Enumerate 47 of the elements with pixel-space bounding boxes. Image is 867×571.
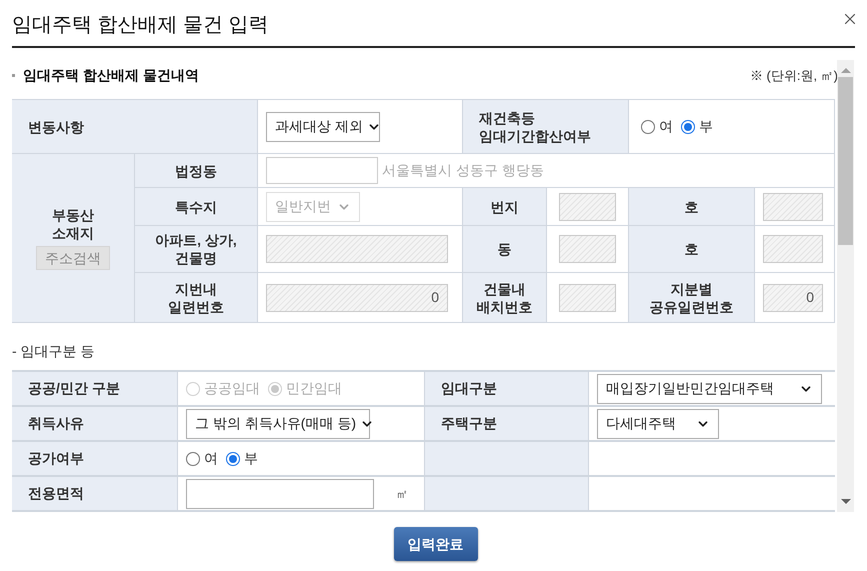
radio-option[interactable]: 부 <box>681 116 713 137</box>
field-label: 호 <box>629 226 755 273</box>
dialog-title: 임대주택 합산배제 물건 입력 <box>12 13 269 38</box>
dropdown-select[interactable]: 다세대주택 <box>597 408 719 438</box>
field-label: 전용면적 <box>12 477 178 512</box>
readonly-field <box>763 192 823 220</box>
field-label: 공가여부 <box>12 442 178 477</box>
submit-button[interactable]: 입력완료 <box>394 527 478 561</box>
dropdown-select[interactable]: 매입장기일반민간임대주택 <box>597 374 822 404</box>
field-label: 특수지 <box>135 188 258 226</box>
scroll-down-icon[interactable] <box>840 499 850 504</box>
field-label: 주택구분 <box>424 407 589 442</box>
readonly-field <box>559 235 616 263</box>
subsection-title: - 임대구분 등 <box>12 342 96 361</box>
field-label: 지번내 일련번호 <box>135 273 258 323</box>
field-label: 동 <box>463 226 547 273</box>
readonly-field: 0 <box>266 284 448 312</box>
dropdown-select[interactable]: 과세대상 제외 <box>266 112 380 142</box>
dropdown-select[interactable]: 그 밖의 취득사유(매매 등) <box>186 408 370 438</box>
address-text: 서울특별시 성동구 행당동 <box>382 161 544 180</box>
radio-option[interactable]: 부 <box>226 448 258 469</box>
field-label: 재건축등 임대기간합산여부 <box>463 100 629 154</box>
field-label: 지분별 공유일련번호 <box>629 273 755 323</box>
unit-label: ㎡ <box>396 486 408 502</box>
readonly-field <box>559 284 616 312</box>
bullet-icon <box>12 74 15 77</box>
scrollbar[interactable] <box>837 60 854 512</box>
readonly-field <box>763 235 823 263</box>
field-label: 취득사유 <box>12 407 178 442</box>
field-label: 공공/민간 구분 <box>12 372 178 407</box>
section-title: 임대주택 합산배제 물건내역 <box>23 66 199 85</box>
radio-option[interactable]: 여 <box>641 116 673 137</box>
area-input[interactable] <box>186 478 374 508</box>
field-label: 호 <box>629 188 755 226</box>
field-label: 법정동 <box>135 154 258 188</box>
readonly-field <box>559 192 616 220</box>
scrollbar-thumb[interactable] <box>838 77 853 245</box>
legal-dong-input[interactable] <box>266 157 378 184</box>
field-label: 변동사항 <box>12 100 258 154</box>
radio-option[interactable]: 여 <box>186 448 218 469</box>
unit-note: ※ (단위:원, ㎡) <box>750 66 838 85</box>
field-label: 부동산 소재지 <box>52 206 94 242</box>
field-label: 건물내 배치번호 <box>463 273 547 323</box>
field-label: 임대구분 <box>424 372 589 407</box>
field-label: 아파트, 상가, 건물명 <box>135 226 258 273</box>
field-label: 번지 <box>463 188 547 226</box>
readonly-field: 0 <box>763 284 823 312</box>
